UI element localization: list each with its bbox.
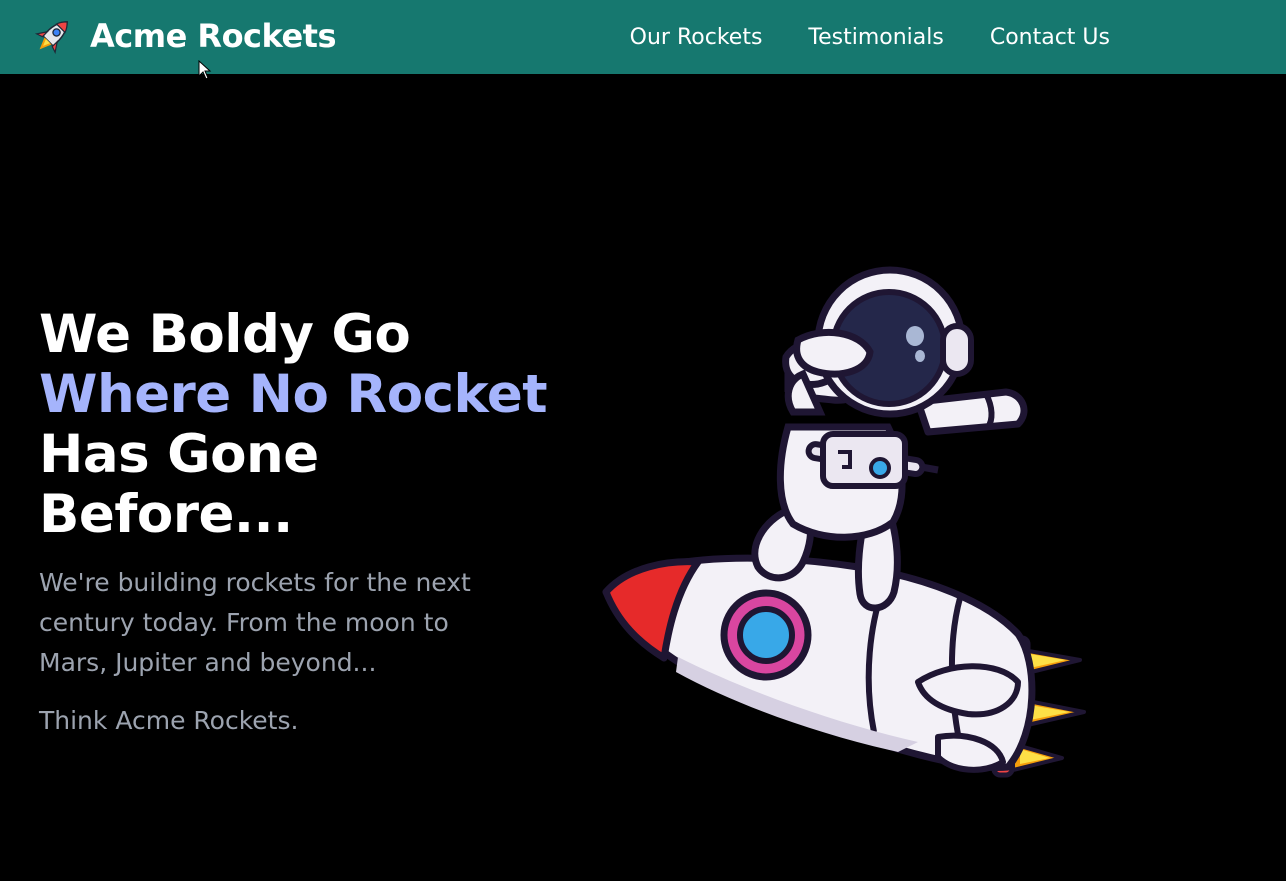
hero-tagline: Think Acme Rockets. <box>39 706 299 735</box>
hero-section: We Boldy Go Where No Rocket Has Gone Bef… <box>39 305 579 741</box>
headline-accent: Where No Rocket <box>39 364 548 425</box>
navbar: Acme Rockets Our Rockets Testimonials Co… <box>0 0 1286 74</box>
brand-link[interactable]: Acme Rockets <box>30 12 336 60</box>
headline-line-3: Has Gone <box>39 424 319 485</box>
headline-line-4: Before... <box>39 484 293 545</box>
rocket-illustration <box>602 554 1086 778</box>
nav-link-our-rockets[interactable]: Our Rockets <box>630 25 763 50</box>
astronaut-on-rocket-illustration <box>602 266 1086 778</box>
nav-links: Our Rockets Testimonials Contact Us <box>630 0 1110 74</box>
mouse-cursor-icon <box>198 60 212 80</box>
hero-headline: We Boldy Go Where No Rocket Has Gone Bef… <box>39 305 579 545</box>
brand-name: Acme Rockets <box>90 17 336 55</box>
nav-link-testimonials[interactable]: Testimonials <box>808 25 943 50</box>
headline-line-1: We Boldy Go <box>39 304 411 365</box>
hero-lead-text: We're building rockets for the next cent… <box>39 568 471 677</box>
nav-link-contact-us[interactable]: Contact Us <box>990 25 1110 50</box>
astronaut-illustration <box>751 266 1028 612</box>
rocket-icon <box>30 13 76 59</box>
